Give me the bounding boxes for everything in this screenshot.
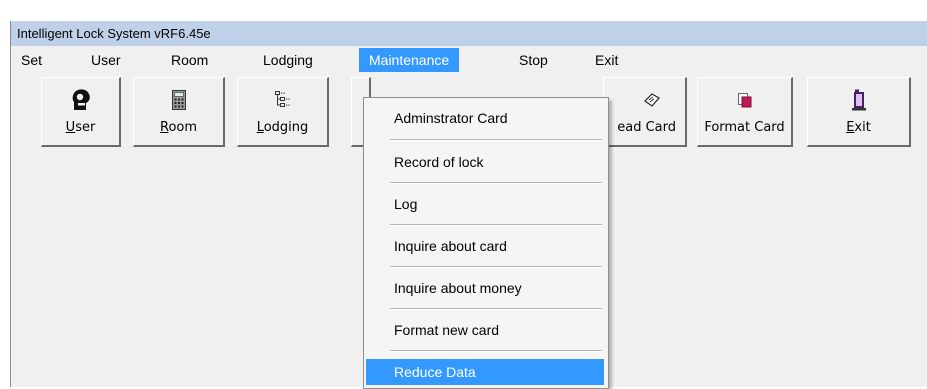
menu-item-inquire-money[interactable]: Inquire about money	[366, 272, 604, 305]
menu-item-reduce-data[interactable]: Reduce Data	[366, 359, 604, 385]
user-head-icon	[42, 87, 119, 113]
exit-button[interactable]: Exit	[807, 77, 911, 147]
menu-exit[interactable]: Exit	[595, 48, 618, 72]
maintenance-dropdown-menu: Adminstrator Card Record of lock Log Inq…	[363, 97, 609, 389]
lodging-button-label: Lodging	[256, 120, 309, 135]
menu-room[interactable]: Room	[171, 48, 208, 72]
room-keypad-icon	[134, 87, 223, 113]
menu-separator	[390, 266, 602, 268]
menu-item-format-new-card[interactable]: Format new card	[366, 314, 604, 347]
menu-lodging[interactable]: Lodging	[263, 48, 313, 72]
title-bar[interactable]: Intelligent Lock System vRF6.45e	[11, 21, 927, 46]
menu-separator	[390, 308, 602, 310]
menu-separator	[390, 139, 602, 141]
room-button-label: Room	[159, 120, 198, 135]
menu-separator	[390, 224, 602, 226]
room-button[interactable]: Room	[133, 77, 225, 147]
read-card-button[interactable]: ead Card	[603, 77, 687, 147]
window-title: Intelligent Lock System vRF6.45e	[17, 26, 211, 41]
menu-set[interactable]: Set	[21, 48, 42, 72]
menu-stop[interactable]: Stop	[519, 48, 548, 72]
lodging-tree-icon	[238, 87, 327, 113]
exit-button-label: Exit	[846, 120, 871, 135]
menu-bar: Set User Room Lodging Maintenance Stop E…	[11, 46, 927, 75]
user-button[interactable]: User	[41, 77, 121, 147]
read-card-button-label: ead Card	[617, 120, 676, 135]
lodging-button[interactable]: Lodging	[237, 77, 329, 147]
menu-item-inquire-card[interactable]: Inquire about card	[366, 230, 604, 263]
menu-item-log[interactable]: Log	[366, 188, 604, 221]
format-card-button-label: Format Card	[704, 120, 785, 135]
menu-separator	[390, 350, 602, 352]
format-card-icon	[698, 87, 791, 113]
menu-user[interactable]: User	[91, 48, 121, 72]
menu-separator	[390, 182, 602, 184]
exit-door-icon	[808, 87, 909, 113]
menu-item-record-of-lock[interactable]: Record of lock	[366, 146, 604, 179]
app-window: Intelligent Lock System vRF6.45e Set Use…	[10, 21, 927, 389]
menu-item-administrator-card[interactable]: Adminstrator Card	[366, 102, 604, 135]
menu-maintenance[interactable]: Maintenance	[359, 48, 460, 72]
card-eye-icon	[618, 87, 685, 113]
format-card-button[interactable]: Format Card	[697, 77, 793, 147]
user-button-label: User	[65, 120, 96, 135]
